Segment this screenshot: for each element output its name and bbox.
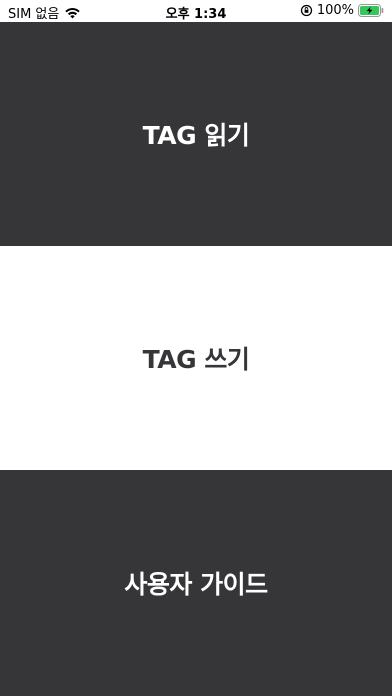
status-right: 100% (300, 3, 384, 18)
user-guide-button[interactable]: 사용자 가이드 (0, 470, 392, 696)
tag-read-button[interactable]: TAG 읽기 (0, 22, 392, 246)
battery-percent: 100% (316, 3, 354, 18)
tag-write-button[interactable]: TAG 쓰기 (0, 246, 392, 470)
tag-read-label: TAG 읽기 (142, 121, 250, 150)
tag-write-label: TAG 쓰기 (142, 345, 250, 374)
user-guide-label: 사용자 가이드 (124, 570, 268, 599)
battery-charging-icon (358, 4, 384, 17)
status-bar: SIM 없음 오후 1:34 100% (0, 0, 392, 22)
rotation-lock-icon (300, 4, 313, 17)
